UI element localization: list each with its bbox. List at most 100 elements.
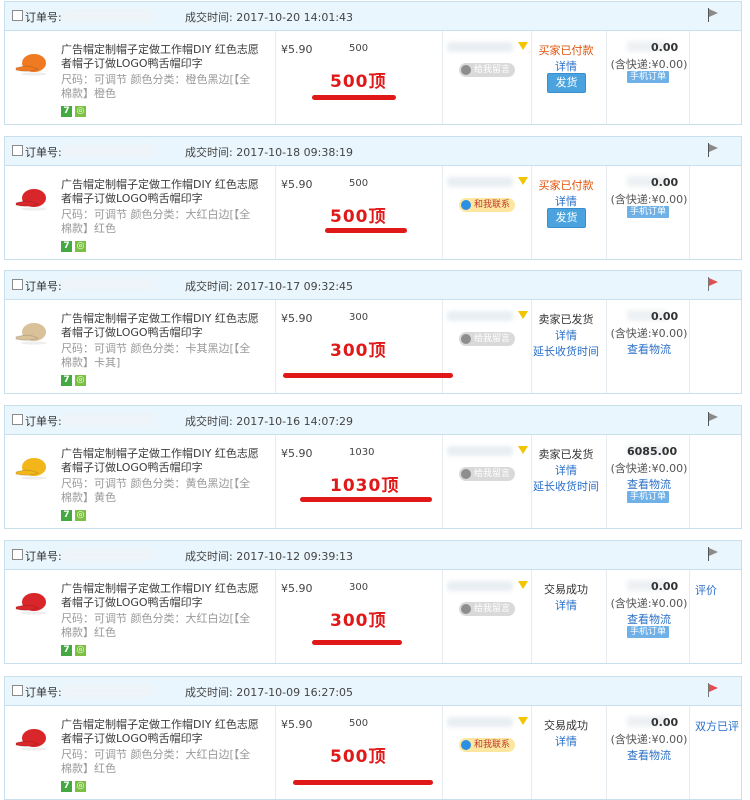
product-cap-image[interactable] xyxy=(14,187,50,211)
flag-cloth xyxy=(709,9,718,17)
select-order-checkbox[interactable] xyxy=(12,549,23,560)
flag-icon[interactable] xyxy=(708,412,720,426)
shipping-fee: (含快递:¥0.00) xyxy=(610,462,688,475)
buyer-name-redacted xyxy=(447,177,513,187)
order-details-link[interactable]: 详情 xyxy=(531,193,601,209)
product-name-link[interactable]: 广告帽定制帽子定做工作帽DIY 红色志愿者帽子订做LOGO鸭舌帽印字 xyxy=(61,718,261,746)
filter-icon[interactable] xyxy=(518,42,528,50)
select-order-checkbox[interactable] xyxy=(12,414,23,425)
unit-price: ¥5.90 xyxy=(281,447,313,460)
column-divider xyxy=(689,435,690,528)
deal-time: 成交时间: 2017-10-09 16:27:05 xyxy=(185,684,353,700)
order-details-link[interactable]: 详情 xyxy=(531,597,601,613)
column-divider xyxy=(606,31,607,124)
order-card: 订单号: 成交时间: 2017-10-16 14:07:29 广告帽定制帽子定做工作… xyxy=(4,405,742,529)
filter-icon[interactable] xyxy=(518,446,528,454)
unit-price: ¥5.90 xyxy=(281,43,313,56)
extend-receipt-link[interactable]: 延长收货时间 xyxy=(531,478,601,494)
review-action[interactable]: 双方已评 xyxy=(695,718,739,734)
view-logistics-link[interactable]: 查看物流 xyxy=(608,611,690,627)
extend-receipt-link[interactable]: 延长收货时间 xyxy=(531,343,601,359)
deal-time-label: 成交时间: xyxy=(185,415,237,428)
seven-day-return-icon: 7 xyxy=(61,510,72,521)
product-name-link[interactable]: 广告帽定制帽子定做工作帽DIY 红色志愿者帽子订做LOGO鸭舌帽印字 xyxy=(61,312,261,340)
flag-cloth xyxy=(709,278,718,286)
order-details-link[interactable]: 详情 xyxy=(531,58,601,74)
leave-message-button[interactable]: 给我留言 xyxy=(459,63,516,77)
ship-button[interactable]: 发货 xyxy=(547,208,586,228)
red-underline-scribble xyxy=(325,228,407,233)
filter-icon[interactable] xyxy=(518,581,528,589)
product-name-link[interactable]: 广告帽定制帽子定做工作帽DIY 红色志愿者帽子订做LOGO鸭舌帽印字 xyxy=(61,582,261,610)
select-order-checkbox[interactable] xyxy=(12,685,23,696)
order-number-label: 订单号: xyxy=(25,415,62,428)
column-divider xyxy=(606,435,607,528)
review-action[interactable]: 评价 xyxy=(695,582,717,598)
order-number-redacted xyxy=(63,10,153,21)
view-logistics-link[interactable]: 查看物流 xyxy=(608,341,690,357)
amount-value: 0.00 xyxy=(651,176,679,189)
filter-icon[interactable] xyxy=(518,311,528,319)
message-icon xyxy=(461,334,471,344)
column-divider xyxy=(606,300,607,393)
order-details-link[interactable]: 详情 xyxy=(531,327,601,343)
view-logistics-link[interactable]: 查看物流 xyxy=(608,747,690,763)
column-divider xyxy=(275,166,276,259)
leave-message-button[interactable]: 给我留言 xyxy=(459,602,516,616)
contact-me-button[interactable]: 和我联系 xyxy=(459,738,516,752)
order-details-link[interactable]: 详情 xyxy=(531,462,601,478)
column-divider xyxy=(689,31,690,124)
ship-button[interactable]: 发货 xyxy=(547,73,586,93)
product-cap-image[interactable] xyxy=(14,52,50,76)
select-order-checkbox[interactable] xyxy=(12,10,23,21)
chat-icon xyxy=(461,740,471,750)
column-divider xyxy=(442,706,443,799)
unit-price: ¥5.90 xyxy=(281,582,313,595)
mobile-order-tag: 手机订单 xyxy=(627,206,670,218)
flag-icon[interactable] xyxy=(708,683,720,697)
product-cap-image[interactable] xyxy=(14,456,50,480)
view-logistics-link[interactable]: 查看物流 xyxy=(608,476,690,492)
product-name-link[interactable]: 广告帽定制帽子定做工作帽DIY 红色志愿者帽子订做LOGO鸭舌帽印字 xyxy=(61,43,261,71)
flag-icon[interactable] xyxy=(708,277,720,291)
shipping-fee: (含快递:¥0.00) xyxy=(610,327,688,340)
column-divider xyxy=(531,166,532,259)
mobile-order-tag: 手机订单 xyxy=(627,71,670,83)
filter-icon[interactable] xyxy=(518,717,528,725)
red-underline-scribble xyxy=(300,497,432,502)
handwritten-quantity-note: 500顶 xyxy=(330,72,387,92)
quantity: 500 xyxy=(349,43,369,54)
product-name-link[interactable]: 广告帽定制帽子定做工作帽DIY 红色志愿者帽子订做LOGO鸭舌帽印字 xyxy=(61,178,261,206)
leave-message-button[interactable]: 给我留言 xyxy=(459,332,516,346)
order-number-redacted xyxy=(63,685,153,696)
order-number-label: 订单号: xyxy=(25,280,62,293)
filter-icon[interactable] xyxy=(518,177,528,185)
mobile-order-label: 手机订单 xyxy=(630,207,667,217)
shipping-fee: (含快递:¥0.00) xyxy=(610,597,688,610)
select-order-checkbox[interactable] xyxy=(12,279,23,290)
leave-message-button[interactable]: 给我留言 xyxy=(459,467,516,481)
product-cap-image[interactable] xyxy=(14,727,50,751)
product-attributes: 尺码：可调节 颜色分类：橙色黑边[【全棉款】橙色 xyxy=(61,73,251,100)
product-attributes: 尺码：可调节 颜色分类：黄色黑边[【全棉款】黄色 xyxy=(61,477,251,504)
column-divider xyxy=(531,570,532,663)
amount-value: 0.00 xyxy=(651,41,679,54)
order-details-link[interactable]: 详情 xyxy=(531,733,601,749)
order-status: 买家已付款 xyxy=(538,179,594,192)
product-cap-image[interactable] xyxy=(14,321,50,345)
flag-icon[interactable] xyxy=(708,8,720,22)
unit-price: ¥5.90 xyxy=(281,312,313,325)
service-icons: 7 ◎ xyxy=(61,103,89,117)
chat-icon xyxy=(461,200,471,210)
product-cap-image[interactable] xyxy=(14,591,50,615)
column-divider xyxy=(275,435,276,528)
button-label: 和我联系 xyxy=(474,740,511,750)
quantity: 500 xyxy=(349,718,369,729)
select-order-checkbox[interactable] xyxy=(12,145,23,156)
product-name-link[interactable]: 广告帽定制帽子定做工作帽DIY 红色志愿者帽子订做LOGO鸭舌帽印字 xyxy=(61,447,261,475)
flag-icon[interactable] xyxy=(708,143,720,157)
contact-me-button[interactable]: 和我联系 xyxy=(459,198,516,212)
handwritten-quantity-note: 300顶 xyxy=(330,341,387,361)
deal-time: 成交时间: 2017-10-12 09:39:13 xyxy=(185,548,353,564)
flag-icon[interactable] xyxy=(708,547,720,561)
